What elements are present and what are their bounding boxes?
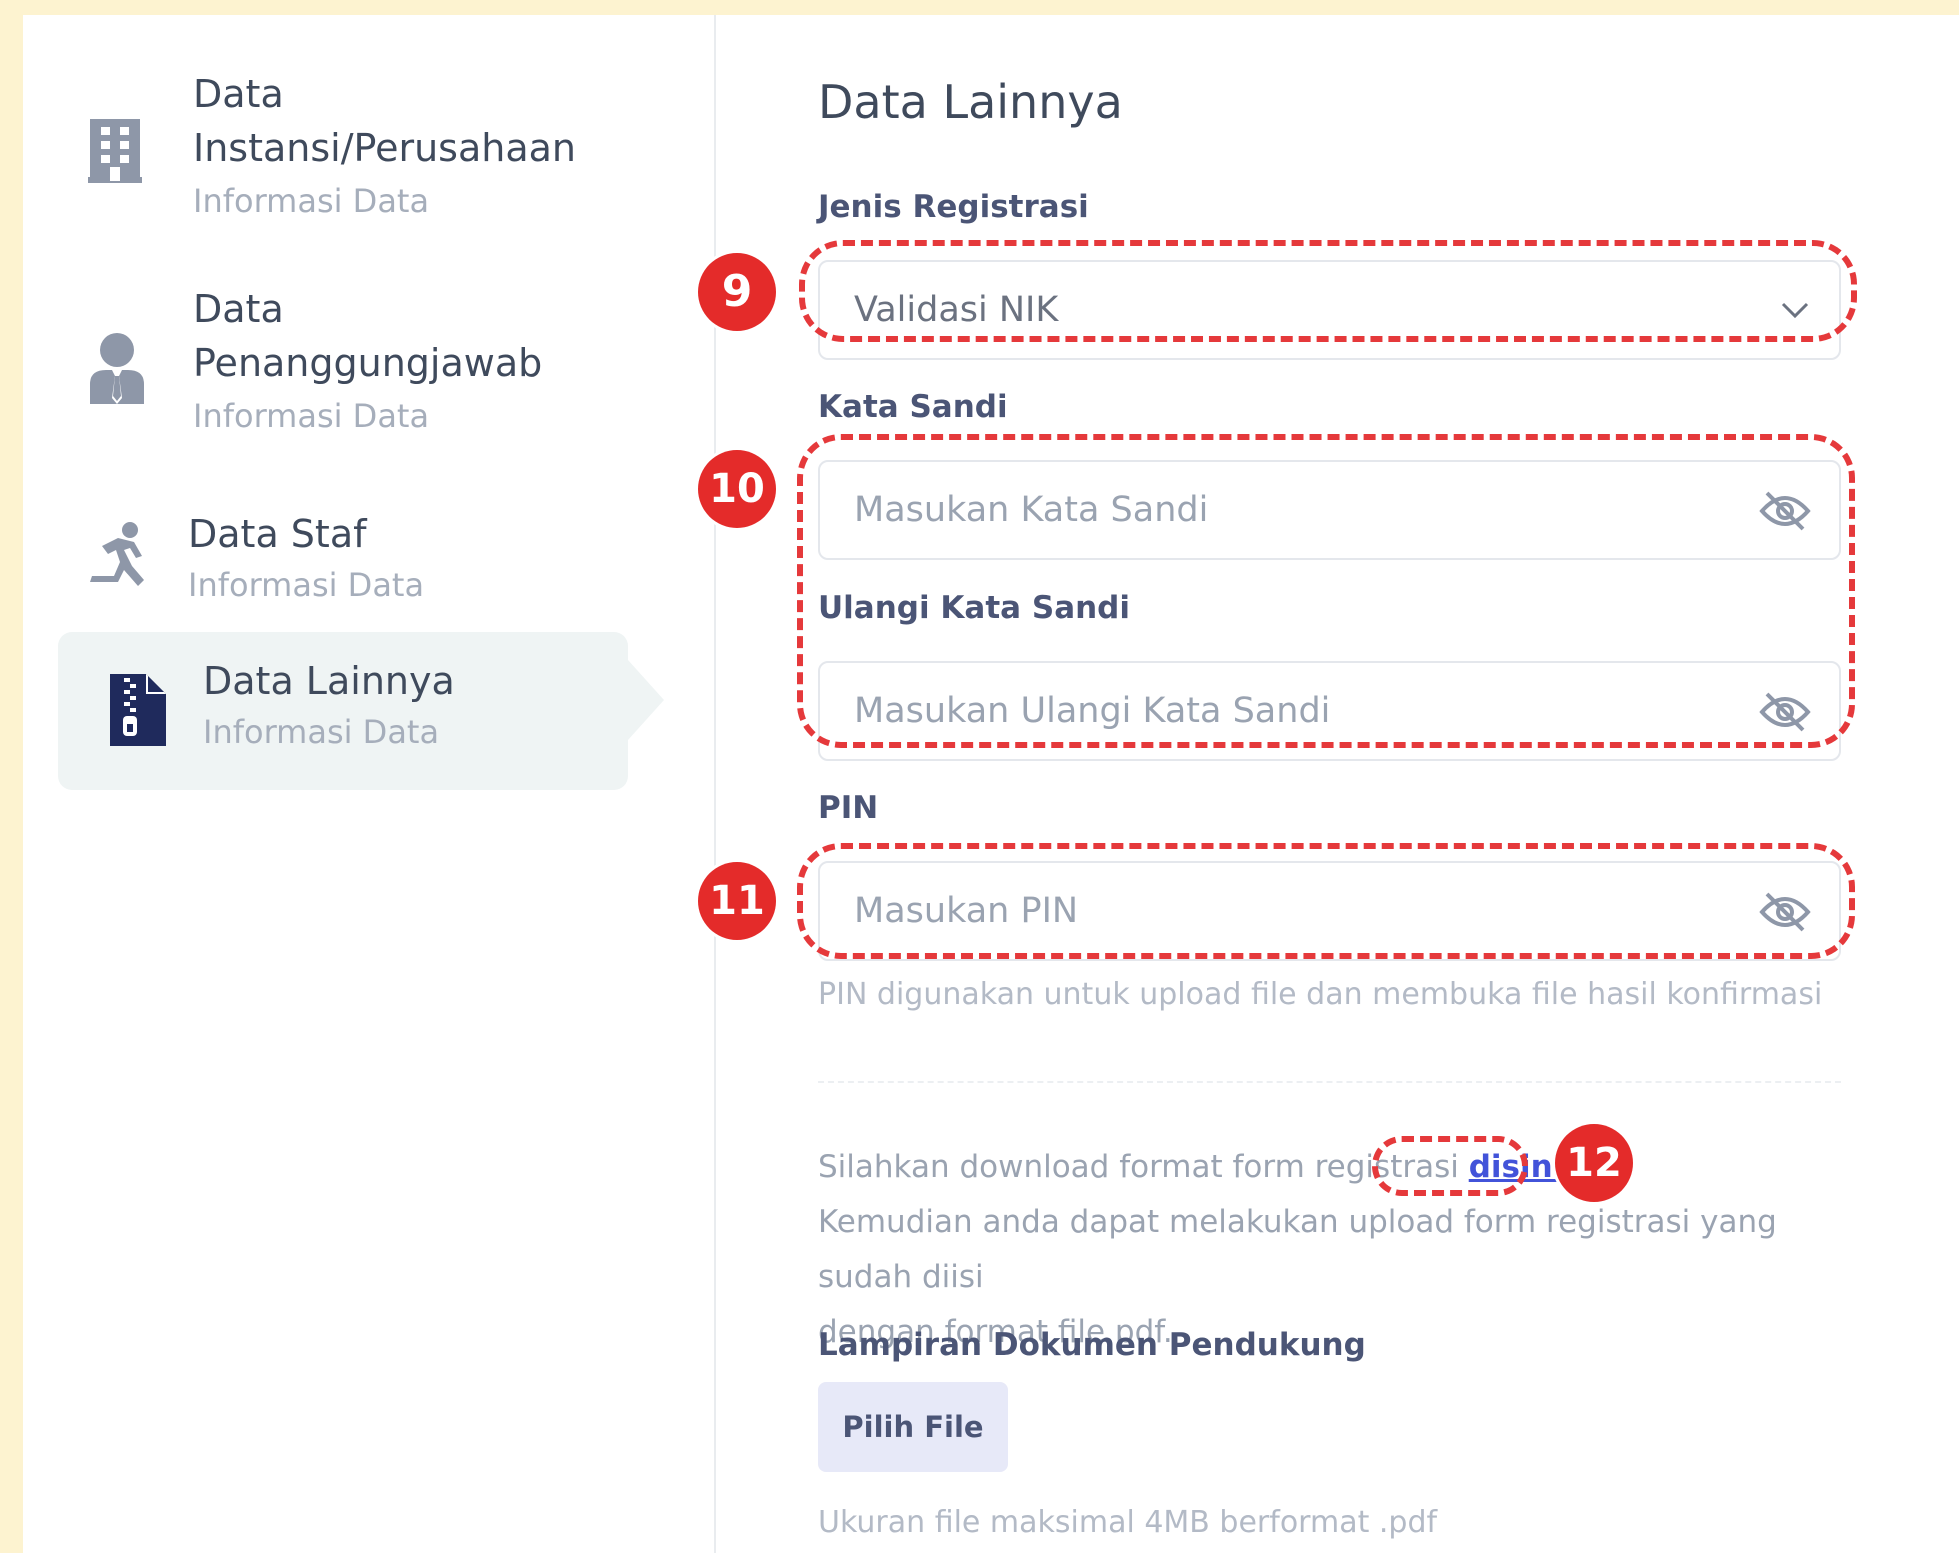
sidebar-item-data-penanggungjawab[interactable]: Data Penanggungjawab Informasi Data (58, 270, 628, 435)
sidebar-item-data-instansi[interactable]: Data Instansi/Perusahaan Informasi Data (58, 55, 628, 220)
annotation-badge-10: 10 (698, 450, 776, 528)
zip-file-icon (110, 674, 166, 750)
annotation-badge-12: 12 (1555, 1124, 1633, 1202)
section-divider (818, 1081, 1841, 1083)
sidebar-item-subtitle: Informasi Data (193, 182, 430, 220)
person-tie-icon (88, 332, 146, 408)
choose-file-button[interactable]: Pilih File (818, 1382, 1008, 1472)
sidebar-item-title: Data (193, 287, 284, 331)
annotation-badge-11: 11 (698, 862, 776, 940)
pin-label: PIN (818, 790, 879, 826)
annotation-badge-9: 9 (698, 253, 776, 331)
jenis-registrasi-label: Jenis Registrasi (818, 189, 1089, 225)
annotation-outline-11 (797, 843, 1855, 959)
active-indicator (628, 660, 664, 740)
annotation-outline-10 (797, 434, 1855, 748)
sidebar-item-title: Data (193, 72, 284, 116)
sidebar-item-title: Data Staf (188, 512, 367, 556)
sidebar-item-subtitle: Informasi Data (193, 397, 430, 435)
building-icon (88, 119, 142, 187)
kata-sandi-label: Kata Sandi (818, 389, 1008, 425)
sidebar-item-data-staf[interactable]: Data Staf Informasi Data (58, 495, 628, 615)
lampiran-label: Lampiran Dokumen Pendukung (818, 1327, 1366, 1363)
upload-instructions: Kemudian anda dapat melakukan upload for… (818, 1204, 1777, 1295)
pin-help-text: PIN digunakan untuk upload file dan memb… (818, 977, 1823, 1012)
sidebar-item-data-lainnya[interactable]: Data Lainnya Informasi Data (58, 632, 628, 790)
annotation-outline-9 (799, 240, 1857, 342)
running-person-icon (88, 520, 154, 600)
sidebar-item-subtitle: Informasi Data (188, 566, 425, 604)
annotation-outline-12 (1372, 1136, 1528, 1196)
sidebar-item-title: Penanggungjawab (193, 341, 543, 385)
sidebar-item-title: Data Lainnya (203, 659, 455, 703)
file-size-help: Ukuran file maksimal 4MB berformat .pdf (818, 1505, 1438, 1540)
sidebar-item-subtitle: Informasi Data (203, 713, 440, 751)
page-title: Data Lainnya (818, 75, 1123, 129)
sidebar: Data Instansi/Perusahaan Informasi Data … (23, 15, 716, 1553)
sidebar-item-title: Instansi/Perusahaan (193, 126, 576, 170)
